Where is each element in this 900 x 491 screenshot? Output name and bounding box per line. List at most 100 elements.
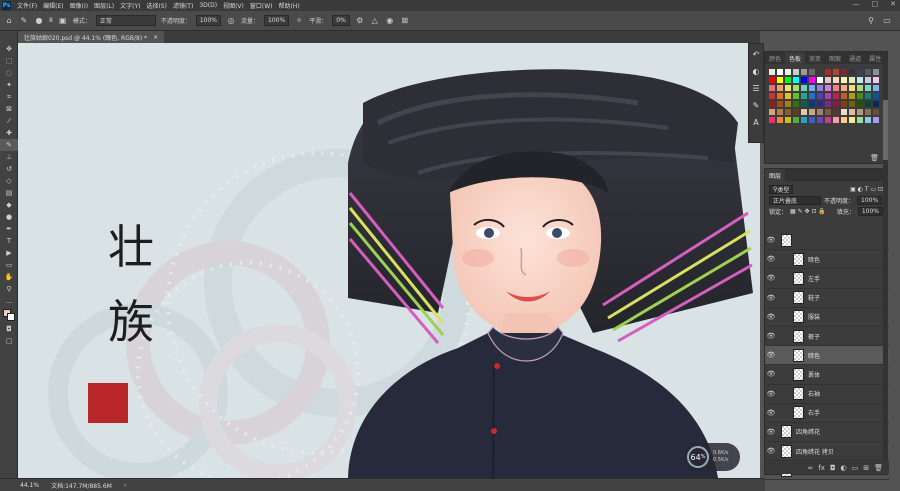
history-brush-icon[interactable]: ↺ — [0, 163, 18, 175]
screen-mode-icon[interactable]: ▢ — [0, 335, 18, 347]
menu-edit[interactable]: 编辑(E) — [40, 1, 66, 10]
smoothing-input[interactable]: 0% — [332, 15, 350, 26]
gear-icon[interactable]: ⚙ — [355, 16, 365, 26]
swatch[interactable] — [808, 116, 816, 124]
swatch[interactable] — [808, 108, 816, 116]
move-tool-icon[interactable]: ✥ — [0, 43, 18, 55]
swatch[interactable] — [816, 76, 824, 84]
visibility-eye-icon[interactable]: 👁 — [765, 255, 777, 263]
layer-row[interactable]: 👁 右手 — [765, 404, 889, 423]
layer-row[interactable]: 👁 左手 — [765, 269, 889, 289]
swatch[interactable] — [856, 100, 864, 108]
menu-help[interactable]: 帮助(H) — [276, 1, 303, 10]
pressure-size-icon[interactable]: ◉ — [385, 16, 395, 26]
layer-row[interactable]: 👁 四角绣花 拷贝 — [765, 442, 889, 462]
fx-icon[interactable]: fx — [818, 464, 825, 472]
swatch[interactable] — [808, 92, 816, 100]
visibility-eye-icon[interactable]: 👁 — [765, 236, 777, 244]
swatch[interactable] — [840, 108, 848, 116]
dodge-tool-icon[interactable]: ● — [0, 211, 18, 223]
canvas[interactable]: 壮 族 64% 0.6K/s 0.5K/s — [18, 43, 760, 478]
swatch[interactable] — [784, 116, 792, 124]
status-menu-arrow[interactable]: › — [124, 482, 126, 489]
angle-icon[interactable]: △ — [370, 16, 380, 26]
swatch[interactable] — [768, 68, 776, 76]
swatch[interactable] — [872, 68, 880, 76]
lasso-tool-icon[interactable]: ◌ — [0, 67, 18, 79]
swatch[interactable] — [784, 84, 792, 92]
tab-color[interactable]: 颜色 — [765, 52, 785, 64]
brush-preset-picker[interactable]: ● — [34, 16, 44, 26]
swatch[interactable] — [800, 108, 808, 116]
menu-type[interactable]: 文字(Y) — [117, 1, 143, 10]
swatch[interactable] — [768, 100, 776, 108]
tab-channels[interactable]: 通道 — [845, 52, 865, 64]
swatch[interactable] — [864, 108, 872, 116]
adjustment-layer-icon[interactable]: ◐ — [841, 464, 847, 472]
swatch[interactable] — [872, 116, 880, 124]
swatch[interactable] — [816, 116, 824, 124]
color-swatches-icon[interactable] — [0, 307, 18, 323]
opacity-input[interactable]: 100% — [195, 15, 222, 26]
layer-row[interactable]: 👁 四角绣花 — [765, 423, 889, 443]
swatch[interactable] — [808, 68, 816, 76]
swatch[interactable] — [832, 100, 840, 108]
swatch[interactable] — [864, 92, 872, 100]
swatch[interactable] — [856, 76, 864, 84]
swatch[interactable] — [840, 92, 848, 100]
menu-image[interactable]: 图像(I) — [67, 1, 91, 10]
visibility-eye-icon[interactable]: 👁 — [765, 447, 777, 455]
swatch[interactable] — [864, 116, 872, 124]
swatch[interactable] — [872, 84, 880, 92]
swatch[interactable] — [832, 68, 840, 76]
swatch[interactable] — [808, 76, 816, 84]
link-icon[interactable]: ∞ — [808, 464, 814, 472]
swatch[interactable] — [872, 100, 880, 108]
swatch[interactable] — [800, 92, 808, 100]
swatch[interactable] — [856, 116, 864, 124]
close-tab-icon[interactable]: × — [153, 34, 158, 41]
visibility-eye-icon[interactable]: 👁 — [765, 351, 777, 359]
layer-opacity-input[interactable]: 100% — [857, 196, 883, 205]
swatch[interactable] — [768, 108, 776, 116]
swatch[interactable] — [832, 84, 840, 92]
eraser-tool-icon[interactable]: ◇ — [0, 175, 18, 187]
swatch[interactable] — [816, 100, 824, 108]
swatch[interactable] — [776, 84, 784, 92]
layer-row[interactable]: 👁 右袖 — [765, 385, 889, 404]
visibility-eye-icon[interactable]: 👁 — [765, 313, 777, 321]
minimize-button[interactable]: — — [853, 0, 860, 8]
swatch[interactable] — [824, 84, 832, 92]
brush-tool-icon[interactable]: ✎ — [0, 139, 18, 151]
visibility-eye-icon[interactable]: 👁 — [765, 332, 777, 340]
scroll-thumb[interactable] — [883, 100, 888, 160]
swatch[interactable] — [816, 84, 824, 92]
layer-row[interactable]: 👁 裤子 — [765, 327, 889, 347]
quick-mask-icon[interactable]: ◘ — [0, 323, 18, 335]
swatch[interactable] — [776, 108, 784, 116]
swatch[interactable] — [856, 108, 864, 116]
tab-patterns[interactable]: 图案 — [825, 52, 845, 64]
swatch[interactable] — [808, 100, 816, 108]
swatch[interactable] — [824, 76, 832, 84]
brush-settings-icon[interactable]: ▣ — [58, 16, 68, 26]
swatch[interactable] — [800, 100, 808, 108]
swatch[interactable] — [792, 108, 800, 116]
swatch[interactable] — [856, 92, 864, 100]
swatch[interactable] — [800, 68, 808, 76]
properties-icon[interactable]: ☰ — [749, 81, 763, 95]
swatch[interactable] — [784, 108, 792, 116]
swatch[interactable] — [824, 68, 832, 76]
layer-kind-filter[interactable]: ⚲ 类型 — [769, 185, 794, 194]
swatch[interactable] — [808, 84, 816, 92]
swatch[interactable] — [832, 116, 840, 124]
crop-tool-icon[interactable]: ⌗ — [0, 91, 18, 103]
stamp-tool-icon[interactable]: ⊥ — [0, 151, 18, 163]
mask-icon[interactable]: ◘ — [830, 464, 836, 472]
swatch[interactable] — [848, 68, 856, 76]
mode-select[interactable]: 正常 — [95, 15, 156, 26]
swatch[interactable] — [840, 68, 848, 76]
swatch[interactable] — [840, 76, 848, 84]
group-icon[interactable]: ▭ — [852, 464, 859, 472]
swatch[interactable] — [824, 92, 832, 100]
